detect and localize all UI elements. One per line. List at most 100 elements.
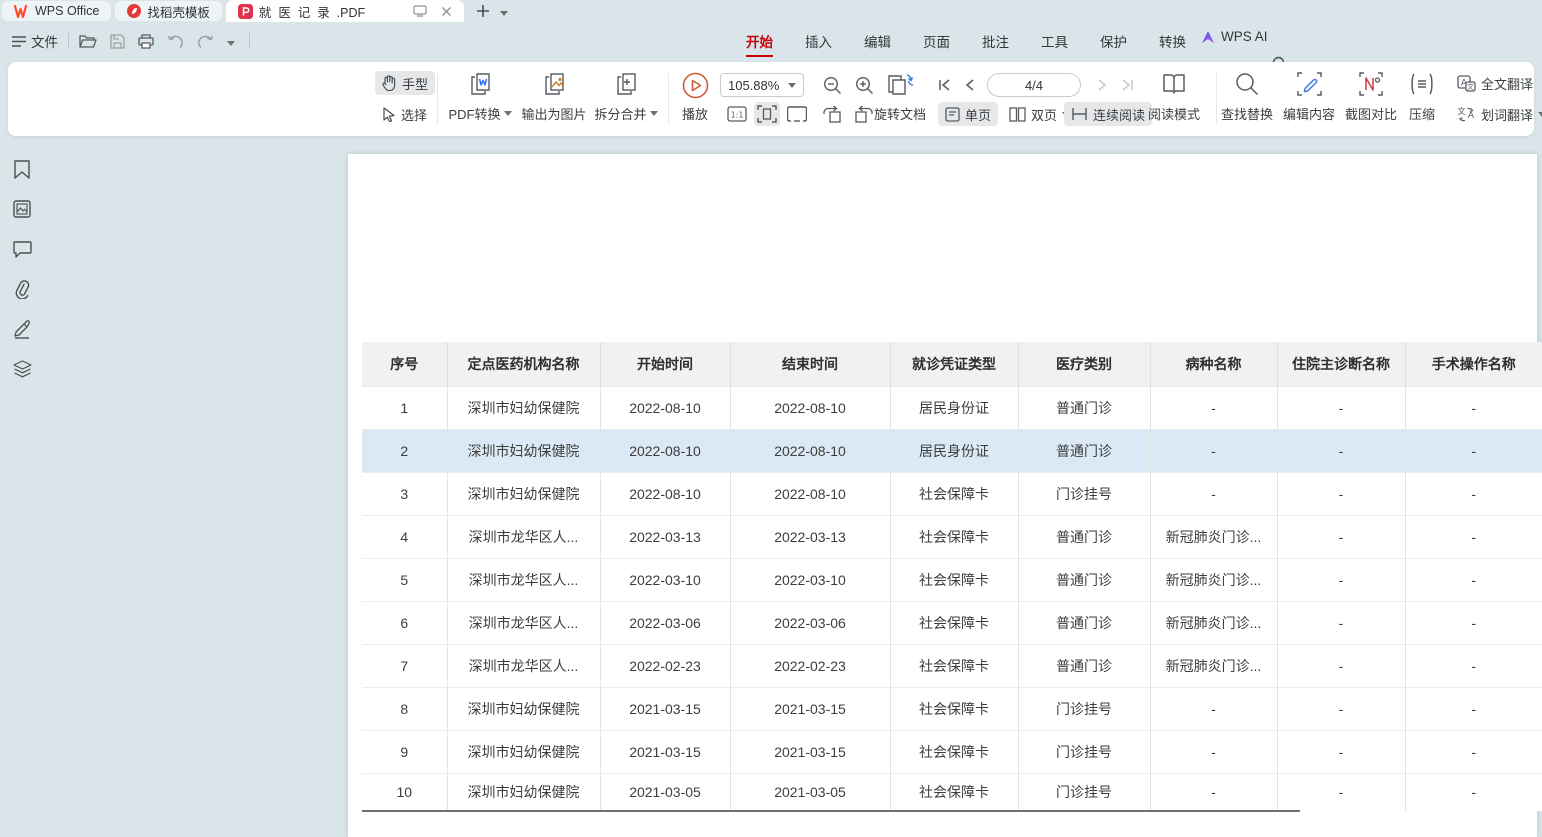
word-translate-button[interactable]: 文A 划词翻译	[1450, 102, 1542, 126]
table-cell: -	[1405, 687, 1542, 730]
table-row: 5深圳市龙华区人...2022-03-102022-03-10社会保障卡普通门诊…	[362, 558, 1542, 601]
thumbnail-icon[interactable]	[11, 198, 33, 220]
pdf-convert-icon	[467, 72, 493, 98]
attachment-icon[interactable]	[11, 278, 33, 300]
word-translate-icon: 文A	[1457, 106, 1476, 123]
last-page-button[interactable]	[1116, 75, 1138, 95]
table-cell: -	[1277, 730, 1405, 773]
edit-pencil-icon	[1297, 72, 1322, 96]
quick-access-chevron-icon[interactable]	[227, 34, 235, 49]
redo-icon[interactable]	[197, 35, 214, 48]
screenshot-compare-button[interactable]: 截图对比	[1342, 69, 1400, 129]
menu-tab-工具[interactable]: 工具	[1025, 27, 1084, 55]
menu-tab-页面[interactable]: 页面	[907, 27, 966, 55]
menu-tab-批注[interactable]: 批注	[966, 27, 1025, 55]
undo-icon[interactable]	[167, 35, 184, 48]
table-cell: -	[1405, 730, 1542, 773]
table-cell: 2022-08-10	[730, 472, 890, 515]
cursor-arrow-icon	[382, 107, 396, 122]
comment-icon[interactable]	[11, 238, 33, 260]
table-row: 4深圳市龙华区人...2022-03-132022-03-13社会保障卡普通门诊…	[362, 515, 1542, 558]
tab-docer-templates[interactable]: 找稻壳模板	[115, 1, 222, 21]
table-cell: -	[1150, 386, 1277, 429]
menu-tab-编辑[interactable]: 编辑	[848, 27, 907, 55]
play-icon	[682, 72, 709, 99]
table-row: 10深圳市妇幼保健院2021-03-052021-03-05社会保障卡门诊挂号-…	[362, 773, 1542, 811]
select-tool-button[interactable]: 选择	[375, 102, 434, 126]
menu-tab-插入[interactable]: 插入	[789, 27, 848, 55]
file-menu-label: 文件	[31, 31, 58, 51]
ribbon-toolbar: 手型 选择 PDF转换 输出为图片 拆分合并 播放 105.88%	[8, 62, 1534, 136]
layers-icon[interactable]	[11, 358, 33, 380]
tab-medical-record-pdf[interactable]: 就 医 记 录 .PDF	[226, 0, 464, 22]
continuous-reading-button[interactable]: 连续阅读	[1064, 102, 1152, 126]
full-text-translate-button[interactable]: A文 全文翻译	[1450, 71, 1540, 95]
table-cell: 深圳市妇幼保健院	[447, 730, 600, 773]
table-header-cell: 序号	[362, 342, 447, 386]
open-file-icon[interactable]	[79, 34, 97, 49]
print-icon[interactable]	[138, 34, 154, 49]
annotate-pen-icon[interactable]	[11, 318, 33, 340]
table-row: 8深圳市妇幼保健院2021-03-152021-03-15社会保障卡门诊挂号--…	[362, 687, 1542, 730]
previous-page-button[interactable]	[958, 75, 980, 95]
table-cell: 7	[362, 644, 447, 687]
read-mode-label: 阅读模式	[1148, 104, 1200, 123]
actual-size-button[interactable]: 1:1	[724, 102, 750, 126]
fit-width-button[interactable]	[754, 102, 780, 126]
find-replace-label: 查找替换	[1221, 104, 1273, 123]
table-cell: 10	[362, 773, 447, 811]
pdf-convert-button[interactable]: PDF转换	[446, 69, 514, 129]
docer-logo-icon	[127, 4, 141, 18]
svg-text:文: 文	[1467, 82, 1474, 91]
rotate-document-button[interactable]: 旋转文档	[864, 69, 936, 129]
hand-tool-button[interactable]: 手型	[375, 71, 435, 95]
table-row: 6深圳市龙华区人...2022-03-062022-03-06社会保障卡普通门诊…	[362, 601, 1542, 644]
rotate-left-button[interactable]	[819, 102, 845, 126]
zoom-level-value: 105.88%	[728, 78, 779, 93]
split-merge-button[interactable]: 拆分合并	[592, 69, 660, 129]
read-mode-button[interactable]: 阅读模式	[1142, 69, 1206, 129]
wps-ai-button[interactable]: WPS AI	[1190, 29, 1278, 44]
first-page-button[interactable]	[933, 75, 955, 95]
pdf-page: 序号定点医药机构名称开始时间结束时间就诊凭证类型医疗类别病种名称住院主诊断名称手…	[348, 154, 1537, 837]
export-image-button[interactable]: 输出为图片	[518, 69, 590, 129]
table-cell: 社会保障卡	[890, 472, 1018, 515]
zoom-out-button[interactable]	[819, 73, 845, 97]
compress-button[interactable]: 压缩	[1402, 69, 1442, 129]
edit-content-button[interactable]: 编辑内容	[1280, 69, 1338, 129]
tab-bar-buttons	[476, 0, 508, 22]
fit-page-button[interactable]	[784, 102, 810, 126]
file-menu-button[interactable]: 文件	[12, 31, 58, 51]
tab-wps-office[interactable]: WPS Office	[2, 1, 111, 21]
divider	[437, 73, 438, 125]
table-cell: 2022-03-10	[730, 558, 890, 601]
table-cell: -	[1277, 429, 1405, 472]
separate-window-icon[interactable]	[413, 5, 427, 17]
menu-tab-开始[interactable]: 开始	[730, 27, 789, 55]
table-cell: 2022-08-10	[730, 429, 890, 472]
table-cell: -	[1405, 515, 1542, 558]
save-icon[interactable]	[110, 34, 125, 49]
table-cell: -	[1150, 730, 1277, 773]
play-slideshow-button[interactable]: 播放	[672, 69, 718, 129]
single-page-button[interactable]: 单页	[938, 102, 998, 126]
table-cell: 2	[362, 429, 447, 472]
table-cell: -	[1405, 601, 1542, 644]
window-tab-bar: WPS Office 找稻壳模板 就 医 记 录 .PDF	[0, 0, 1542, 22]
zoom-level-select[interactable]: 105.88%	[720, 73, 804, 97]
page-number-input[interactable]	[987, 73, 1081, 97]
chevron-down-icon	[788, 83, 796, 88]
new-tab-icon[interactable]	[476, 4, 490, 18]
edit-content-label: 编辑内容	[1283, 104, 1335, 123]
find-replace-button[interactable]: 查找替换	[1218, 69, 1276, 129]
table-cell: 普通门诊	[1018, 515, 1150, 558]
table-cell: 社会保障卡	[890, 687, 1018, 730]
continuous-reading-icon	[1071, 107, 1088, 121]
tab-list-chevron-icon[interactable]	[500, 4, 508, 19]
table-cell: 6	[362, 601, 447, 644]
menu-tab-保护[interactable]: 保护	[1084, 27, 1143, 55]
next-page-button[interactable]	[1091, 75, 1113, 95]
close-tab-icon[interactable]	[441, 6, 452, 17]
table-cell: 门诊挂号	[1018, 472, 1150, 515]
bookmark-icon[interactable]	[11, 158, 33, 180]
